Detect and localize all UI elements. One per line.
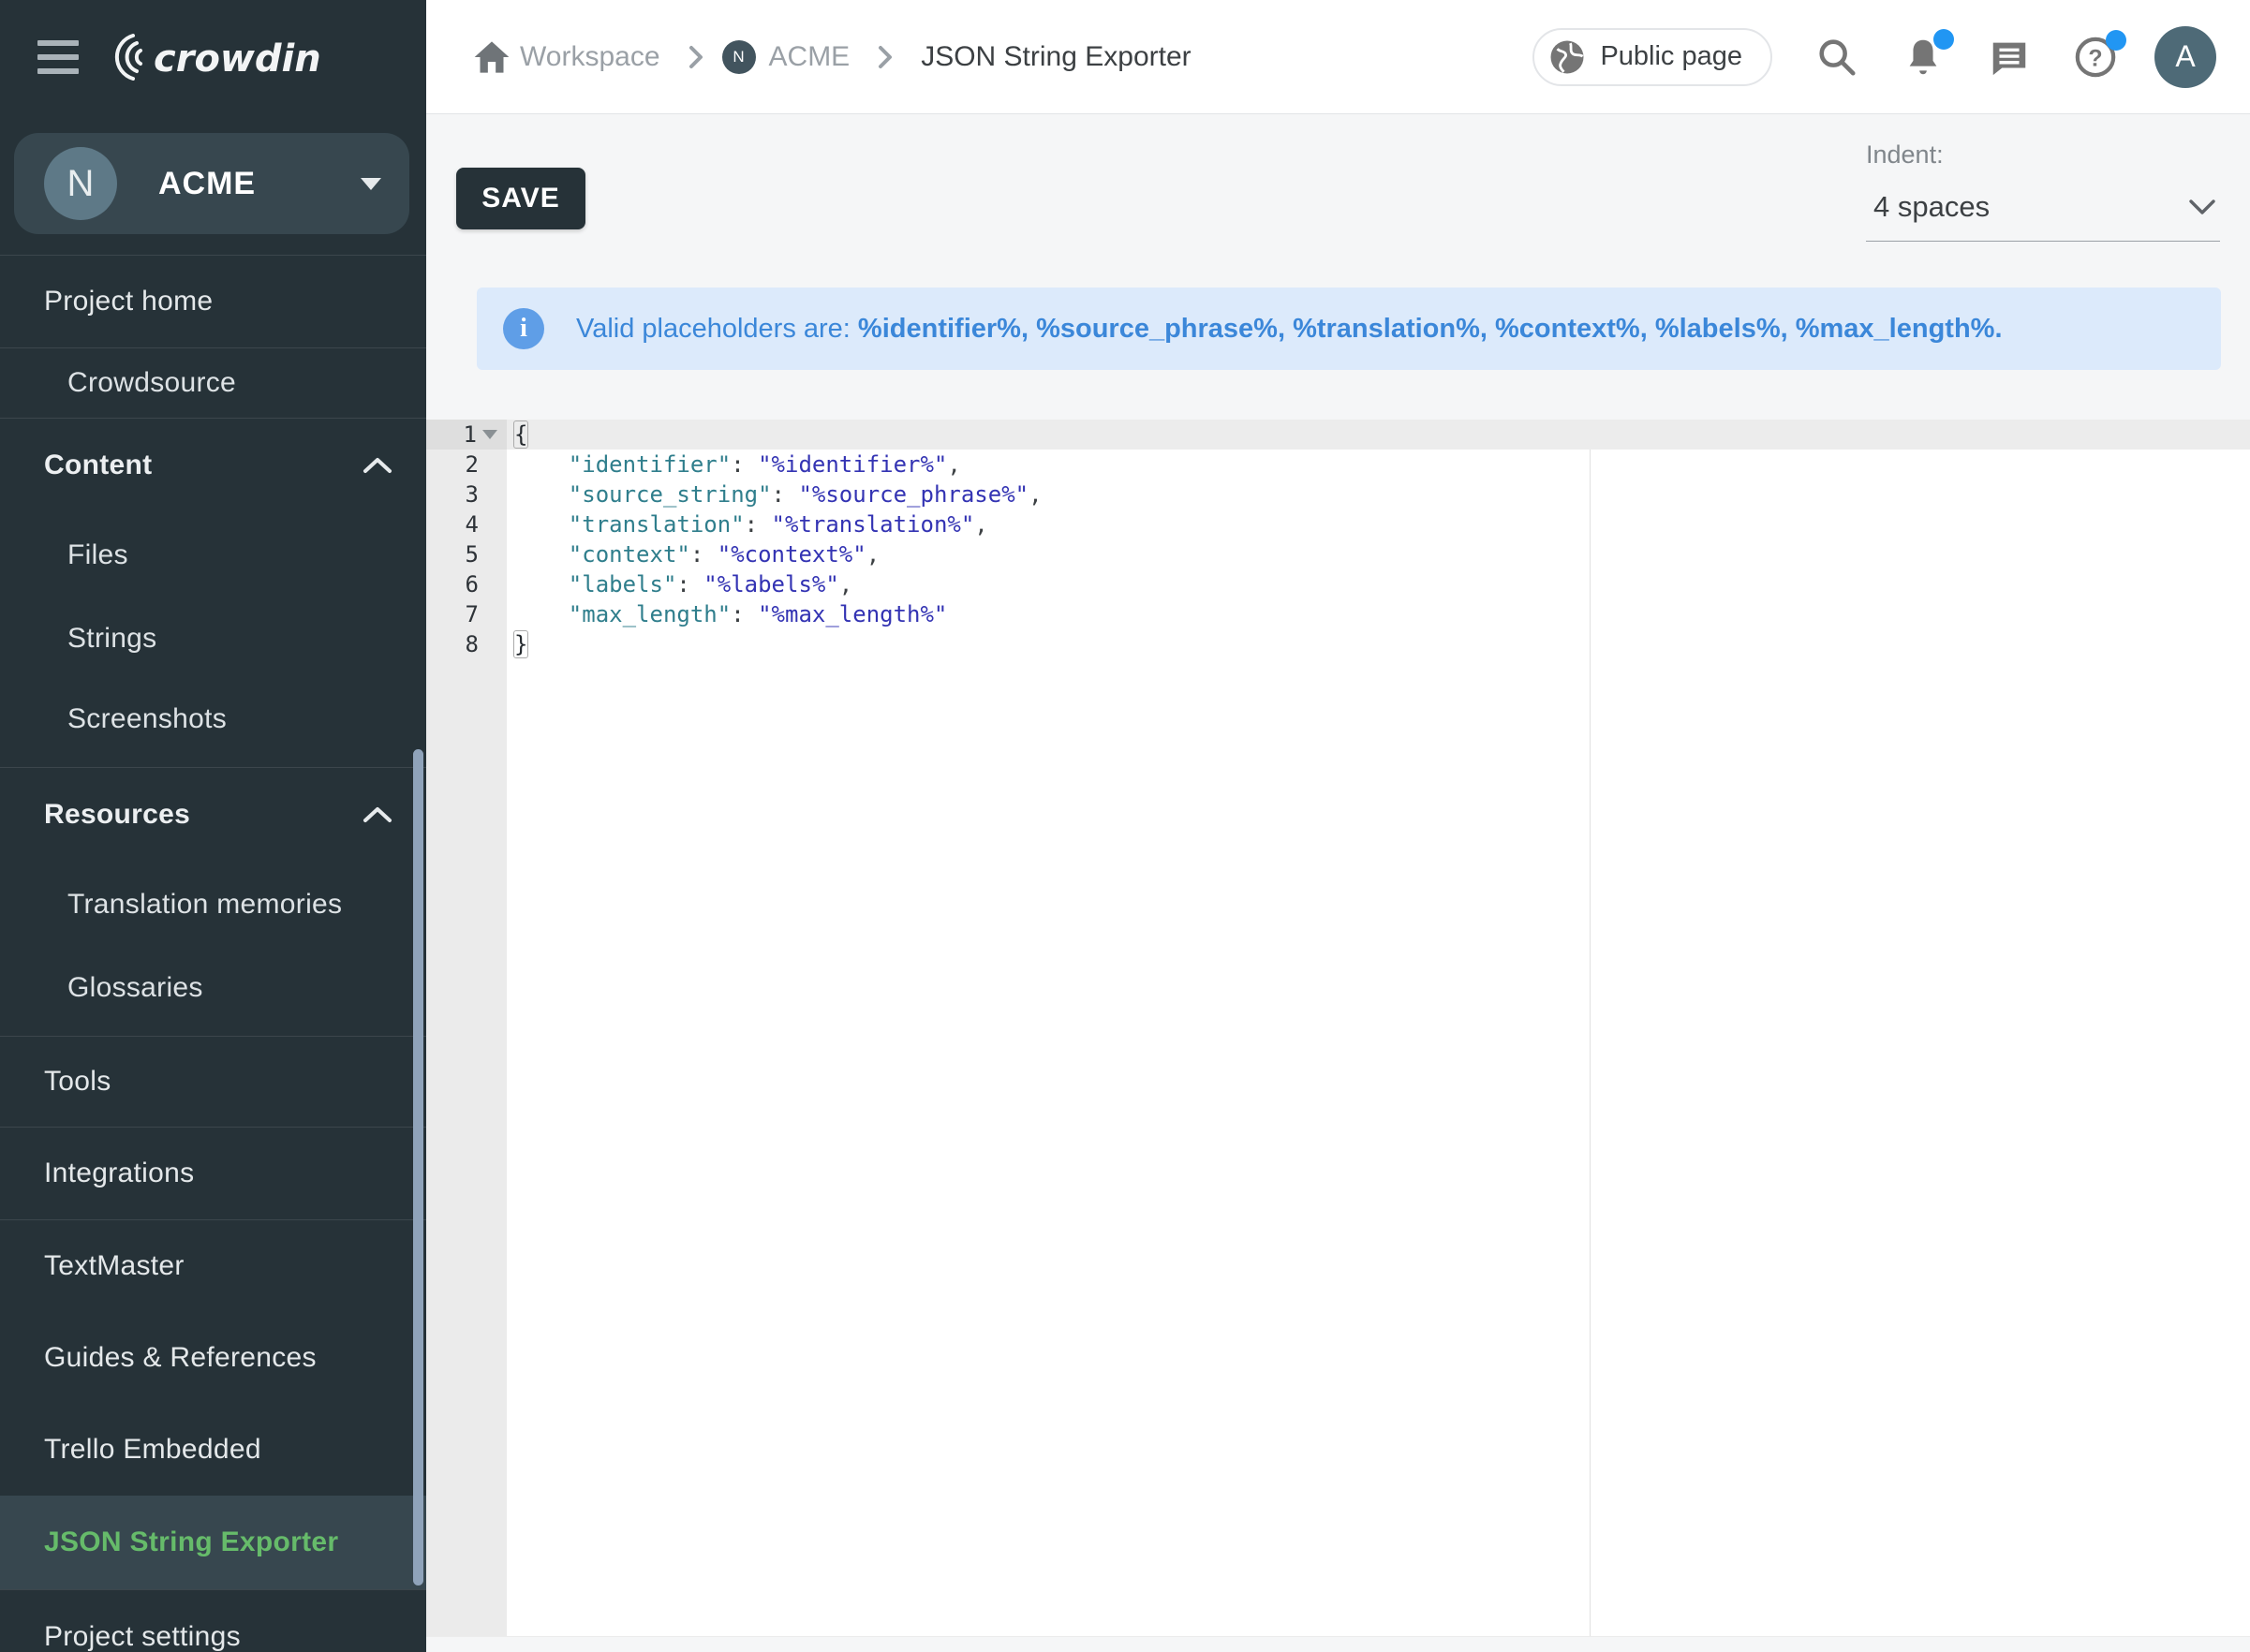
breadcrumb-project[interactable]: ACME <box>769 41 851 73</box>
sidebar-item-screenshots[interactable]: Screenshots <box>0 679 426 760</box>
code-line[interactable]: "max_length": "%max_length%" <box>507 599 2250 629</box>
editor-horizontal-scrollbar[interactable] <box>426 1636 2250 1652</box>
gutter-line-number: 4 <box>426 509 507 539</box>
org-switcher[interactable]: N ACME <box>14 133 409 234</box>
sidebar-section-content[interactable]: Content <box>0 419 426 512</box>
sidebar-item-json-string-exporter[interactable]: JSON String Exporter <box>0 1496 426 1589</box>
chevron-up-icon <box>363 806 392 823</box>
chevron-down-icon <box>2188 199 2216 215</box>
sidebar-item-textmaster[interactable]: TextMaster <box>0 1220 426 1312</box>
home-icon[interactable] <box>473 39 511 75</box>
gutter-line-number: 3 <box>426 479 507 509</box>
gutter-line-number: 8 <box>426 629 507 659</box>
editor-gutter: 1 2 3 4 5 6 7 8 <box>426 420 507 1652</box>
code-line[interactable]: "labels": "%labels%", <box>507 569 2250 599</box>
sidebar-item-crowdsource[interactable]: Crowdsource <box>0 348 426 418</box>
sidebar-logo-row: crowdin <box>0 0 426 114</box>
info-icon: i <box>503 308 544 349</box>
sidebar-item-integrations[interactable]: Integrations <box>0 1128 426 1219</box>
project-avatar: N <box>722 40 756 74</box>
sidebar-section-resources[interactable]: Resources <box>0 768 426 862</box>
topbar-actions: Public page ? A <box>1532 26 2216 88</box>
notification-badge <box>1933 29 1954 50</box>
breadcrumb-workspace[interactable]: Workspace <box>520 41 660 73</box>
indent-select[interactable]: 4 spaces <box>1866 170 2220 242</box>
editor-code-area[interactable]: { "identifier": "%identifier%", "source_… <box>507 420 2250 659</box>
breadcrumb-current-page: JSON String Exporter <box>921 41 1191 73</box>
chevron-down-icon <box>361 178 381 190</box>
globe-icon <box>1547 37 1587 77</box>
org-name: ACME <box>158 166 361 202</box>
chevron-right-icon <box>876 43 895 71</box>
json-template-editor[interactable]: 1 2 3 4 5 6 7 8 { "identifier": "%identi… <box>426 420 2250 1652</box>
page: crowdin N ACME Project home Crowdsource … <box>0 0 2250 1652</box>
info-banner: i Valid placeholders are: %identifier%, … <box>477 288 2221 370</box>
code-line[interactable]: "context": "%context%", <box>507 539 2250 569</box>
org-avatar: N <box>44 147 117 220</box>
sidebar-item-files[interactable]: Files <box>0 512 426 598</box>
code-line[interactable]: "source_string": "%source_phrase%", <box>507 479 2250 509</box>
sidebar-item-glossaries[interactable]: Glossaries <box>0 948 426 1028</box>
gutter-line-number: 6 <box>426 569 507 599</box>
save-button[interactable]: SAVE <box>456 168 585 229</box>
sidebar-item-strings[interactable]: Strings <box>0 598 426 679</box>
sidebar-item-project-settings[interactable]: Project settings <box>0 1590 426 1652</box>
chat-icon <box>1988 36 2031 79</box>
breadcrumb: Workspace N ACME JSON String Exporter <box>473 39 1192 75</box>
search-button[interactable] <box>1815 36 1858 79</box>
sidebar-item-translation-memories[interactable]: Translation memories <box>0 862 426 948</box>
sidebar-item-trello-embedded[interactable]: Trello Embedded <box>0 1404 426 1496</box>
info-banner-text: Valid placeholders are: %identifier%, %s… <box>576 314 2003 345</box>
fold-caret-icon[interactable] <box>482 430 497 439</box>
gutter-line-number: 7 <box>426 599 507 629</box>
gutter-line-number: 5 <box>426 539 507 569</box>
indent-value: 4 spaces <box>1873 190 2188 224</box>
indent-label: Indent: <box>1866 140 2220 170</box>
public-page-label: Public page <box>1600 41 1742 72</box>
sidebar-item-project-home[interactable]: Project home <box>0 256 426 347</box>
notifications-button[interactable] <box>1902 35 1945 80</box>
messages-button[interactable] <box>1988 36 2031 79</box>
topbar: Workspace N ACME JSON String Exporter Pu… <box>426 0 2250 114</box>
gutter-line-number[interactable]: 1 <box>426 420 507 450</box>
sidebar: crowdin N ACME Project home Crowdsource … <box>0 0 426 1652</box>
user-avatar[interactable]: A <box>2154 26 2216 88</box>
code-line[interactable]: { <box>507 420 2250 450</box>
crowdin-logo[interactable]: crowdin <box>105 28 339 86</box>
code-line[interactable]: } <box>507 629 2250 659</box>
hamburger-menu-icon[interactable] <box>37 40 79 74</box>
search-icon <box>1815 36 1858 79</box>
placeholders-list: %identifier%, %source_phrase%, %translat… <box>858 314 2003 344</box>
svg-text:?: ? <box>2088 45 2102 71</box>
public-page-button[interactable]: Public page <box>1532 28 1772 86</box>
code-line[interactable]: "translation": "%translation%", <box>507 509 2250 539</box>
sidebar-nav: Project home Crowdsource Content Files S… <box>0 255 426 1652</box>
code-line[interactable]: "identifier": "%identifier%", <box>507 450 2250 479</box>
svg-text:crowdin: crowdin <box>154 37 321 81</box>
chevron-right-icon <box>687 43 705 71</box>
notification-badge <box>2106 30 2126 51</box>
indent-control: Indent: 4 spaces <box>1866 140 2220 242</box>
sidebar-item-guides-references[interactable]: Guides & References <box>0 1312 426 1404</box>
help-button[interactable]: ? <box>2074 36 2117 79</box>
sidebar-item-tools[interactable]: Tools <box>0 1037 426 1127</box>
sidebar-scrollbar[interactable] <box>413 749 423 1586</box>
chevron-up-icon <box>363 457 392 474</box>
gutter-line-number: 2 <box>426 450 507 479</box>
